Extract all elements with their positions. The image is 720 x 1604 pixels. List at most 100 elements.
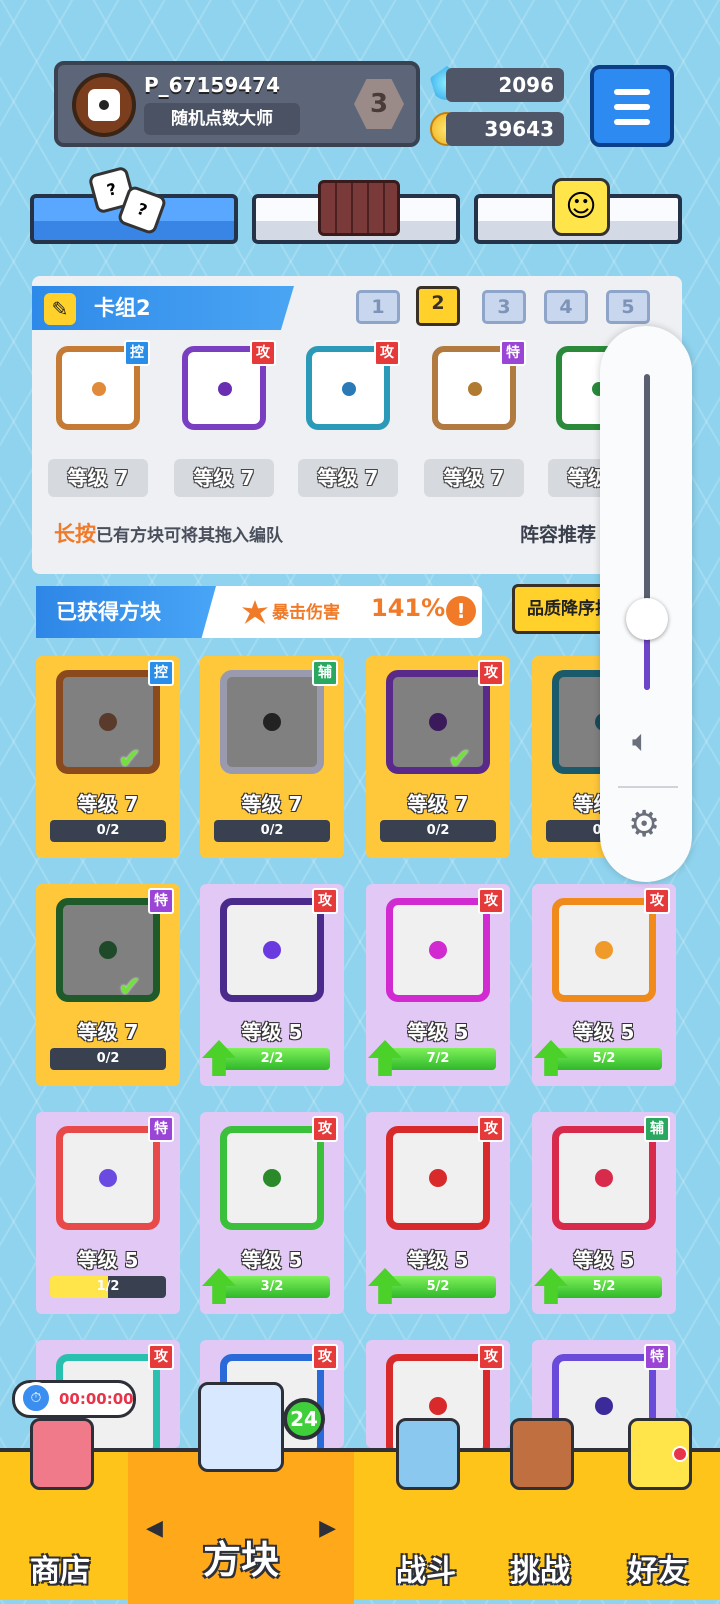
battle-icon — [396, 1418, 460, 1490]
coin-count: 39643 — [446, 112, 564, 146]
obtained-bar: 已获得方块 暴击伤害 141% ! — [36, 586, 482, 638]
card-level: 等级 5 — [77, 1248, 139, 1272]
type-badge: 攻 — [148, 1344, 174, 1370]
dice-face — [56, 898, 160, 1002]
card-level: 等级 7 — [241, 792, 303, 816]
player-title: 随机点数大师 — [144, 103, 300, 135]
upgrade-arrow-icon[interactable] — [368, 1268, 402, 1304]
block-card[interactable]: 辅等级 5 5/2 — [532, 1112, 676, 1314]
type-badge: 攻 — [478, 1344, 504, 1370]
type-badge: 控 — [124, 340, 150, 366]
nav-shop[interactable]: 商店 — [0, 1418, 120, 1604]
pencil-icon[interactable]: ✎ — [44, 293, 76, 325]
nav-battle[interactable]: 战斗 — [366, 1418, 486, 1604]
deck-slot-3[interactable]: 3 — [482, 290, 526, 324]
deck-card[interactable]: 攻 — [296, 340, 400, 440]
block-card[interactable]: 控 ✔ 等级 7 0/2 — [36, 656, 180, 858]
type-badge: 辅 — [312, 660, 338, 686]
crit-value: 141% — [371, 594, 446, 622]
speaker-icon[interactable]: 🔈︎ — [632, 724, 650, 759]
card-progress: 0/2 — [380, 820, 496, 842]
type-badge: 攻 — [374, 340, 400, 366]
block-card[interactable]: 攻等级 5 3/2 — [200, 1112, 344, 1314]
crit-label: 暴击伤害 — [272, 603, 340, 623]
block-card[interactable]: 攻 ✔ 等级 7 0/2 — [366, 656, 510, 858]
deck-card[interactable]: 攻 — [172, 340, 276, 440]
block-card[interactable]: 攻等级 5 2/2 — [200, 884, 344, 1086]
card-progress: 1/2 — [50, 1276, 166, 1298]
card-level: 等级 7 — [77, 792, 139, 816]
block-card[interactable]: 攻等级 5 5/2 — [366, 1112, 510, 1314]
nav-blocks[interactable]: ◀ ▶ 方块 — [128, 1382, 354, 1604]
card-progress: 7/2 — [380, 1048, 496, 1070]
dice-face — [552, 1126, 656, 1230]
type-badge: 攻 — [478, 888, 504, 914]
card-progress: 3/2 — [214, 1276, 330, 1298]
deck-slot-4[interactable]: 4 — [544, 290, 588, 324]
burst-icon — [242, 600, 268, 624]
dice-face — [220, 898, 324, 1002]
card-progress: 0/2 — [50, 1048, 166, 1070]
card-level: 等级 5 — [573, 1248, 635, 1272]
block-card[interactable]: 辅等级 7 0/2 — [200, 656, 344, 858]
bottom-nav: 商店 ◀ ▶ 方块 战斗 挑战 好友 — [0, 1382, 720, 1604]
type-badge: 辅 — [644, 1116, 670, 1142]
info-icon[interactable]: ! — [446, 596, 476, 626]
type-badge: 攻 — [478, 1116, 504, 1142]
card-level: 等级 5 — [241, 1248, 303, 1272]
card-progress: 5/2 — [546, 1048, 662, 1070]
volume-panel: 🔈︎ ⚙ — [600, 326, 692, 882]
deck-slot-2[interactable]: 2 — [416, 286, 460, 326]
block-card[interactable]: 攻等级 5 5/2 — [532, 884, 676, 1086]
upgrade-arrow-icon[interactable] — [534, 1268, 568, 1304]
divider — [618, 786, 678, 788]
deck-card-level: 等级 7 — [298, 459, 398, 497]
type-badge: 特 — [148, 1116, 174, 1142]
gem-count: 2096 — [446, 68, 564, 102]
block-card[interactable]: 攻等级 5 7/2 — [366, 884, 510, 1086]
type-badge: 攻 — [312, 1344, 338, 1370]
upgrade-arrow-icon[interactable] — [202, 1268, 236, 1304]
menu-button[interactable] — [590, 65, 674, 147]
upgrade-arrow-icon[interactable] — [368, 1040, 402, 1076]
deck-panel: 卡组2 ✎ 1 2 3 4 5 控等级 7 攻等级 7 攻等级 7 特等级 7 等级 7… — [32, 276, 682, 574]
block-card[interactable]: 特 ✔ 等级 7 0/2 — [36, 884, 180, 1086]
shop-icon — [30, 1418, 94, 1490]
deck-card[interactable]: 特 — [422, 340, 526, 440]
dice-face — [386, 898, 490, 1002]
block-icon — [198, 1382, 284, 1472]
pip — [263, 1169, 281, 1187]
card-progress: 0/2 — [50, 820, 166, 842]
settings-icon[interactable]: ⚙ — [628, 804, 660, 845]
volume-slider-knob[interactable] — [626, 598, 668, 640]
type-badge: 特 — [500, 340, 526, 366]
pip — [342, 382, 356, 396]
card-level: 等级 7 — [407, 792, 469, 816]
card-progress: 5/2 — [380, 1276, 496, 1298]
lineup-recommend-button[interactable]: 阵容推荐 — [520, 520, 596, 547]
pip — [99, 1169, 117, 1187]
dice-face — [386, 1126, 490, 1230]
rank-badge: 3 — [354, 79, 404, 129]
profile-panel[interactable]: P_67159474 随机点数大师 3 — [54, 61, 420, 147]
deck-slot-5[interactable]: 5 — [606, 290, 650, 324]
deck-slot-1[interactable]: 1 — [356, 290, 400, 324]
pip — [429, 1397, 447, 1415]
type-badge: 攻 — [312, 888, 338, 914]
type-badge: 攻 — [644, 888, 670, 914]
block-card[interactable]: 特等级 5 1/2 — [36, 1112, 180, 1314]
upgrade-arrow-icon[interactable] — [534, 1040, 568, 1076]
type-badge: 特 — [644, 1344, 670, 1370]
pip — [595, 941, 613, 959]
nav-friends[interactable]: 好友 — [598, 1418, 718, 1604]
dice-face — [386, 670, 490, 774]
pip — [429, 1169, 447, 1187]
deck-card-level: 等级 7 — [48, 459, 148, 497]
type-badge: 特 — [148, 888, 174, 914]
deck-card[interactable]: 控 — [46, 340, 150, 440]
avatar[interactable] — [72, 73, 136, 137]
pip — [218, 382, 232, 396]
dice-face — [56, 670, 160, 774]
nav-challenge[interactable]: 挑战 — [480, 1418, 600, 1604]
upgrade-arrow-icon[interactable] — [202, 1040, 236, 1076]
